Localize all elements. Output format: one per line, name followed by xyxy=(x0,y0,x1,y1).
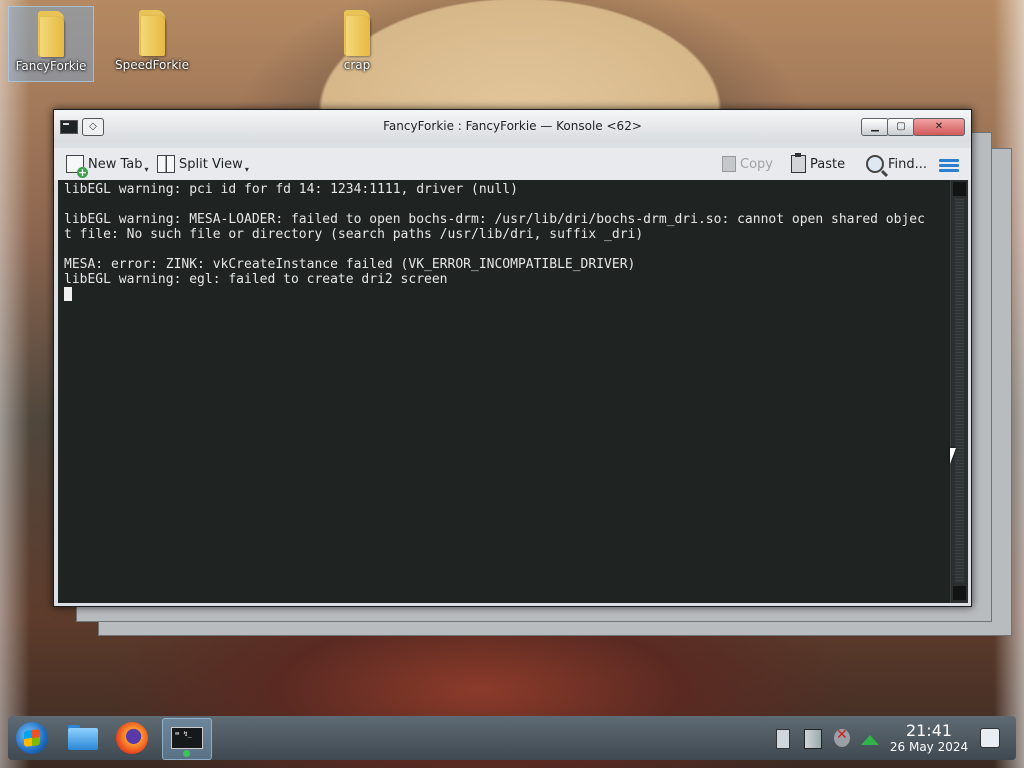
desktop-icon-label: crap xyxy=(343,58,371,72)
taskbar-konsole[interactable]: ⌨ ↯_ xyxy=(162,718,212,760)
paste-label: Paste xyxy=(810,156,846,172)
clock-date: 26 May 2024 xyxy=(889,740,969,754)
desktop-icon-speedforkie[interactable]: SpeedForkie xyxy=(110,6,194,72)
running-indicator-icon xyxy=(183,750,190,757)
find-label: Find... xyxy=(888,156,928,172)
new-tab-label: New Tab xyxy=(88,156,143,172)
copy-label: Copy xyxy=(740,156,773,172)
scroll-down-arrow[interactable] xyxy=(953,586,966,600)
search-icon xyxy=(866,155,884,173)
split-view-label: Split View xyxy=(179,156,243,172)
copy-button[interactable]: Copy xyxy=(722,154,773,174)
battery-icon[interactable] xyxy=(804,729,822,749)
window-title: FancyForkie : FancyForkie — Konsole <62> xyxy=(383,119,642,133)
taskbar: ⌨ ↯_ 21:41 26 May 2024 xyxy=(8,716,1016,760)
desktop-icon-label: SpeedForkie xyxy=(114,58,190,72)
start-menu-icon[interactable] xyxy=(16,722,48,754)
new-tab-button[interactable]: New Tab ▾ xyxy=(66,154,149,178)
terminal-line: libEGL warning: egl: failed to create dr… xyxy=(64,272,448,287)
clipboard-icon[interactable] xyxy=(776,729,790,749)
mouse-pointer-icon xyxy=(950,448,962,464)
copy-icon xyxy=(722,156,736,172)
folder-icon xyxy=(137,10,167,56)
show-desktop-icon[interactable] xyxy=(980,728,1000,748)
terminal-line: libEGL warning: MESA-LOADER: failed to o… xyxy=(64,212,925,227)
terminal-scrollbar[interactable] xyxy=(950,180,968,603)
system-tray-expand-icon[interactable] xyxy=(861,735,879,745)
close-button[interactable]: ✕ xyxy=(913,118,965,136)
window-titlebar[interactable]: ◇ FancyForkie : FancyForkie — Konsole <6… xyxy=(54,110,971,142)
terminal-cursor xyxy=(64,287,72,301)
clock[interactable]: 21:41 26 May 2024 xyxy=(888,721,970,755)
find-button[interactable]: Find... xyxy=(866,154,927,174)
konsole-window: ◇ FancyForkie : FancyForkie — Konsole <6… xyxy=(53,109,972,607)
desktop-icon-fancyforkie[interactable]: FancyForkie xyxy=(8,6,94,82)
firefox-icon[interactable] xyxy=(116,722,148,754)
terminal-line: MESA: error: ZINK: vkCreateInstance fail… xyxy=(64,257,636,272)
folder-icon xyxy=(36,11,66,57)
network-disconnected-icon[interactable] xyxy=(834,727,850,747)
konsole-icon: ⌨ ↯_ xyxy=(171,727,203,749)
new-tab-dropdown-icon[interactable]: ▾ xyxy=(145,165,149,174)
file-manager-icon[interactable] xyxy=(66,720,102,756)
minimize-button[interactable]: ▁ xyxy=(861,118,889,136)
terminal-output[interactable]: libEGL warning: pci id for fd 14: 1234:1… xyxy=(58,180,950,603)
scroll-up-arrow[interactable] xyxy=(953,182,966,196)
terminal-line: libEGL warning: pci id for fd 14: 1234:1… xyxy=(64,182,518,197)
new-tab-icon xyxy=(66,155,88,178)
desktop-icon-crap[interactable]: crap xyxy=(315,6,399,72)
split-view-dropdown-icon[interactable]: ▾ xyxy=(245,165,249,174)
maximize-button[interactable]: ▢ xyxy=(887,118,915,136)
terminal-line: t file: No such file or directory (searc… xyxy=(64,227,644,242)
split-view-button[interactable]: Split View ▾ xyxy=(157,154,249,174)
paste-icon xyxy=(791,153,806,173)
split-view-icon xyxy=(157,155,175,173)
clock-time: 21:41 xyxy=(905,721,953,740)
paste-button[interactable]: Paste xyxy=(791,153,846,174)
scrollbar-track[interactable] xyxy=(955,198,964,583)
desktop-icon-label: FancyForkie xyxy=(15,59,87,73)
hamburger-menu-icon[interactable] xyxy=(939,159,959,173)
toolbar: New Tab ▾ Split View ▾ Copy Paste Find..… xyxy=(54,148,971,180)
folder-icon xyxy=(342,10,372,56)
